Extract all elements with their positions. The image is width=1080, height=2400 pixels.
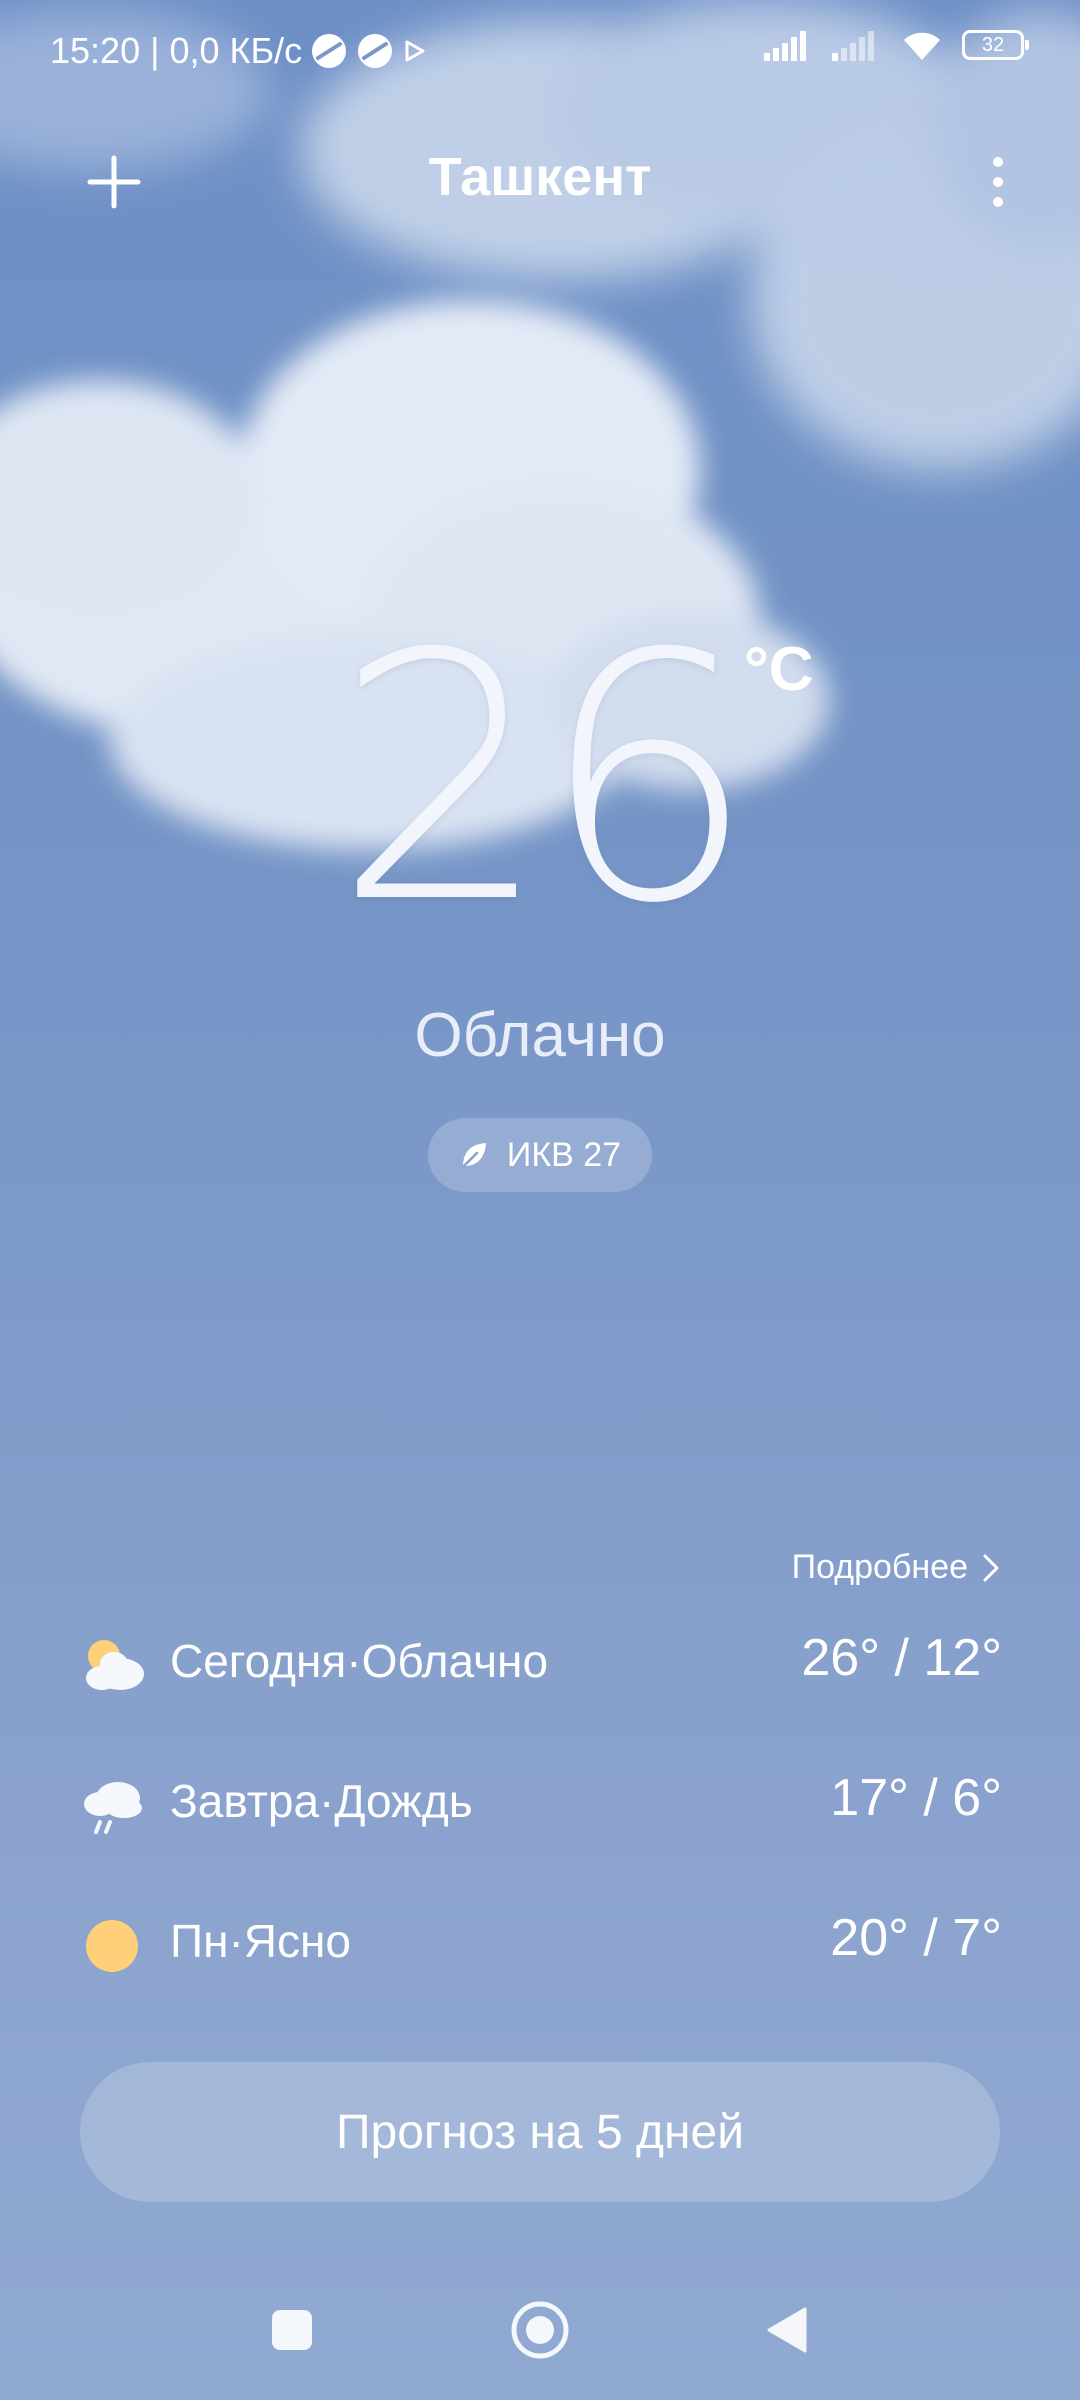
back-triangle-icon: [767, 2307, 807, 2353]
more-options-button[interactable]: [978, 150, 1018, 214]
navigation-bar: [0, 2290, 1080, 2370]
partly-cloudy-icon: [86, 1640, 144, 1690]
current-condition: Облачно: [414, 1001, 666, 1070]
current-temperature-block: 26 °C: [0, 610, 1080, 950]
current-temperature: 26: [333, 582, 757, 978]
recent-apps-button[interactable]: [252, 2290, 332, 2370]
aqi-label: ИКВ 27: [506, 1135, 622, 1174]
status-time-network: 15:20 | 0,0 КБ/с: [50, 30, 303, 71]
temperature-unit: °C: [744, 635, 814, 704]
header: Ташкент: [0, 130, 1080, 230]
forecast-day-label: Пн·Ясно: [170, 1915, 351, 1967]
signal-strength-2-icon: [832, 31, 874, 61]
play-store-icon: [405, 40, 425, 62]
details-link[interactable]: Подробнее: [792, 1548, 1000, 1587]
back-button[interactable]: [746, 2290, 826, 2370]
rain-icon: [84, 1782, 142, 1834]
forecast-day-label: Сегодня·Облачно: [170, 1635, 549, 1687]
forecast-row-monday[interactable]: Пн·Ясно 20° / 7°: [78, 1900, 1002, 1990]
status-bar: 15:20 | 0,0 КБ/с 32: [0, 0, 1080, 100]
battery-icon: 32: [962, 30, 1029, 60]
forecast-day-label: Завтра·Дождь: [170, 1775, 473, 1827]
forecast-temp-range: 17° / 6°: [830, 1769, 1002, 1827]
forecast-temp-range: 20° / 7°: [830, 1909, 1002, 1967]
app-notification-icon: [312, 34, 347, 68]
details-link-label: Подробнее: [791, 1548, 968, 1586]
sun-icon: [86, 1920, 138, 1972]
app-notification-icon: [358, 34, 393, 68]
forecast-row-tomorrow[interactable]: Завтра·Дождь 17° / 6°: [78, 1760, 1002, 1850]
wifi-icon: [904, 32, 940, 60]
status-left: 15:20 | 0,0 КБ/с: [50, 30, 428, 72]
signal-strength-icon: [764, 31, 806, 61]
city-title: Ташкент: [428, 147, 652, 207]
square-icon: [272, 2310, 312, 2350]
chevron-right-icon: [983, 1554, 999, 1581]
status-right: 32: [764, 28, 1029, 62]
home-button[interactable]: [500, 2290, 580, 2370]
forecast-row-today[interactable]: Сегодня·Облачно 26° / 12°: [78, 1620, 1002, 1710]
five-day-forecast-button[interactable]: Прогноз на 5 дней: [80, 2062, 1000, 2202]
leaf-icon: [461, 1143, 486, 1169]
forecast-temp-range: 26° / 12°: [801, 1629, 1002, 1687]
circle-icon: [511, 2301, 569, 2359]
aqi-badge[interactable]: ИКВ 27: [428, 1118, 652, 1192]
battery-level: 32: [981, 34, 1005, 56]
